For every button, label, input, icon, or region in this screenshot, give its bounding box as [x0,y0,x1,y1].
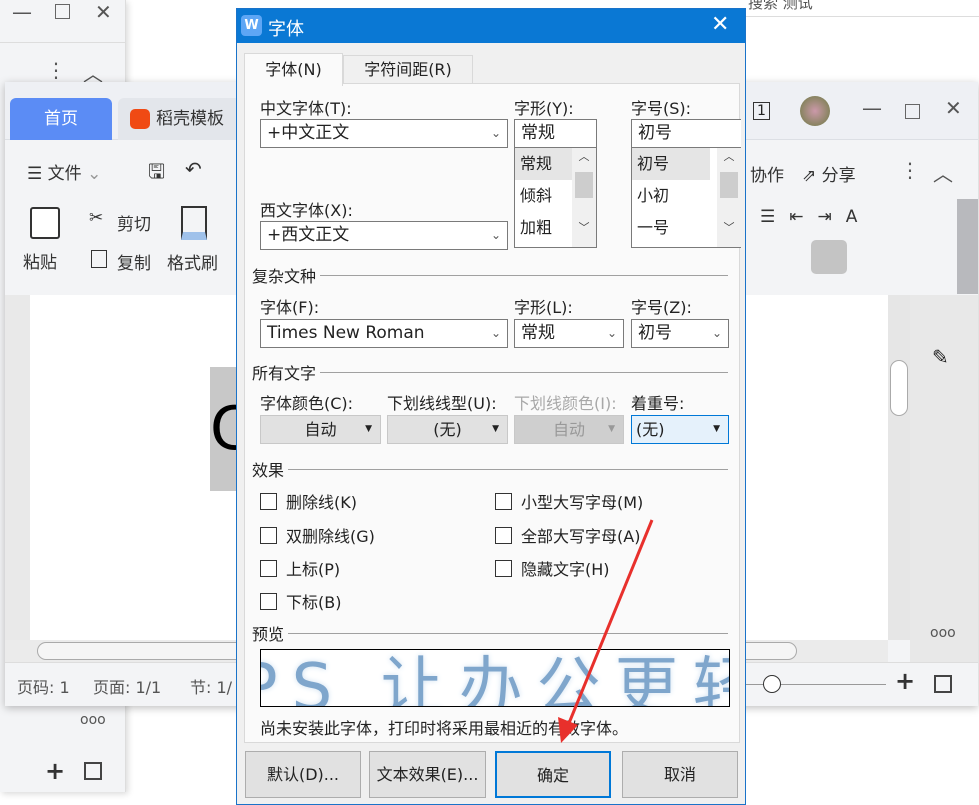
arrow-head [558,717,578,743]
arrow-shaft [565,519,654,729]
annotation-arrow [558,519,654,743]
tab-font[interactable]: 字体(N) [244,53,343,86]
